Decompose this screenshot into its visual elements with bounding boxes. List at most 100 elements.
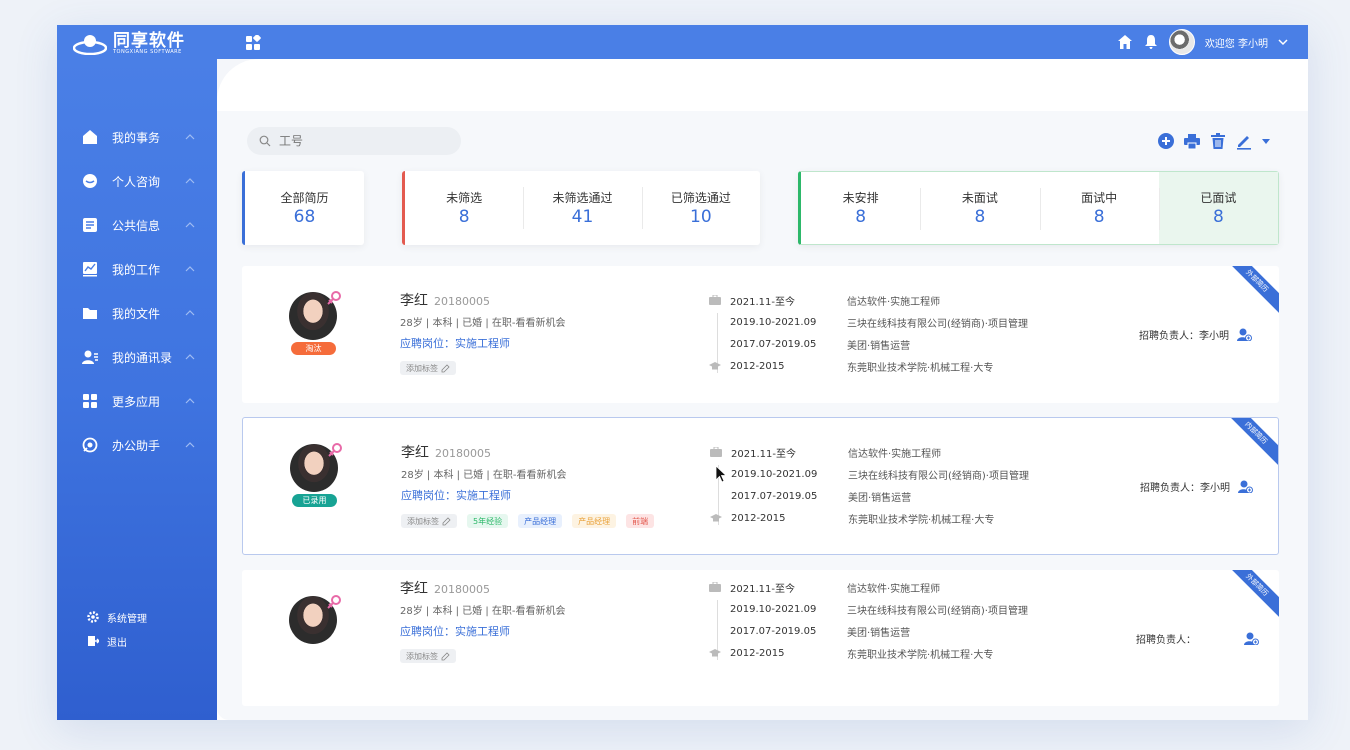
candidate-name-text: 李红 bbox=[401, 445, 429, 461]
apps-grid-icon[interactable] bbox=[245, 35, 261, 51]
stat-value: 41 bbox=[571, 207, 594, 227]
resume-card[interactable]: 外部简历 李红 20180005 28岁 | 本科 | 已婚 | 在职-看看新机会… bbox=[242, 570, 1279, 706]
timeline-row: 2017.07-2019.05 bbox=[710, 485, 840, 507]
logout-icon bbox=[88, 636, 99, 646]
stat-value: 8 bbox=[1093, 207, 1105, 227]
sidebar-item-label: 我的文件 bbox=[112, 306, 161, 321]
stat-label: 未面试 bbox=[961, 191, 998, 205]
search-input[interactable] bbox=[279, 134, 439, 148]
timeline-row: 2012-2015 bbox=[709, 355, 839, 377]
stat-all-resumes[interactable]: 全部简历 68 bbox=[242, 171, 364, 245]
add-tag-label: 添加标签 bbox=[407, 516, 439, 526]
sidebar-item-consult[interactable]: 个人咨询 bbox=[57, 159, 217, 203]
app-window: 同享软件 TONGXIANG SOFTWARE 欢迎您 李小明 我的事务 个人咨… bbox=[57, 25, 1308, 720]
contacts-icon bbox=[82, 350, 98, 364]
candidate-name[interactable]: 李红 20180005 bbox=[400, 290, 490, 310]
tag-experience[interactable]: 5年经验 bbox=[467, 514, 509, 528]
logout-link[interactable]: 退出 bbox=[87, 629, 147, 653]
applied-position: 应聘岗位：实施工程师 bbox=[400, 625, 510, 638]
tag-frontend[interactable]: 前端 bbox=[626, 514, 655, 528]
tag-product-manager[interactable]: 产品经理 bbox=[572, 514, 617, 528]
stat-unscheduled[interactable]: 未安排 8 bbox=[801, 172, 920, 244]
chevron-up-icon bbox=[185, 266, 195, 272]
timeline-row: 2012-2015 bbox=[710, 507, 840, 529]
chevron-up-icon bbox=[185, 354, 195, 360]
print-icon[interactable] bbox=[1183, 132, 1201, 150]
stat-screening-group: 未筛选 8 未筛选通过 41 已筛选通过 10 bbox=[402, 171, 760, 245]
female-icon bbox=[328, 443, 342, 457]
resume-card[interactable]: 内部简历 已录用 李红 20180005 28岁 | 本科 | 已婚 | 在职-看… bbox=[242, 417, 1279, 555]
timeline-row: 2019.10-2021.09 bbox=[710, 463, 840, 485]
resume-card[interactable]: 外部简历 淘汰 李红 20180005 28岁 | 本科 | 已婚 | 在职-看看… bbox=[242, 266, 1279, 403]
timeline-date: 2012-2015 bbox=[731, 512, 786, 524]
stat-value: 8 bbox=[974, 207, 986, 227]
candidate-info: 28岁 | 本科 | 已婚 | 在职-看看新机会 bbox=[400, 318, 566, 329]
caret-down-icon[interactable] bbox=[1261, 136, 1271, 146]
stat-interviewing[interactable]: 面试中 8 bbox=[1039, 172, 1159, 244]
edit-icon[interactable] bbox=[1235, 132, 1253, 150]
briefcase-icon bbox=[709, 295, 721, 305]
stat-label: 面试中 bbox=[1081, 191, 1118, 205]
sidebar-item-label: 办公助手 bbox=[112, 438, 161, 453]
add-tag-button[interactable]: 添加标签 bbox=[401, 514, 457, 528]
assign-recruiter-icon[interactable] bbox=[1244, 632, 1259, 645]
sidebar-nav: 我的事务 个人咨询 公共信息 我的工作 我的文件 我的通讯录 更多应用 办公助手 bbox=[57, 115, 217, 467]
timeline-date: 2019.10-2021.09 bbox=[730, 316, 817, 328]
candidate-info: 28岁 | 本科 | 已婚 | 在职-看看新机会 bbox=[401, 470, 567, 481]
company-entry: 信达软件·实施工程师 bbox=[847, 296, 941, 308]
sidebar-item-office-assistant[interactable]: 办公助手 bbox=[57, 423, 217, 467]
stat-unscreened[interactable]: 未筛选 8 bbox=[405, 171, 523, 245]
female-icon bbox=[327, 291, 341, 305]
add-tag-button[interactable]: 添加标签 bbox=[400, 361, 456, 375]
add-icon[interactable] bbox=[1157, 132, 1175, 150]
stat-interviewed[interactable]: 已面试 8 bbox=[1158, 172, 1278, 244]
experience-companies: 信达软件·实施工程师 三块在线科技有限公司(经销商)·项目管理 美团·销售运营 … bbox=[848, 441, 1029, 529]
graduation-cap-icon bbox=[710, 514, 722, 522]
assign-recruiter-icon[interactable] bbox=[1237, 328, 1252, 341]
logo[interactable]: 同享软件 TONGXIANG SOFTWARE bbox=[73, 32, 185, 56]
tag-list: 添加标签 bbox=[400, 649, 456, 663]
timeline-date: 2012-2015 bbox=[730, 360, 785, 372]
candidate-name[interactable]: 李红 20180005 bbox=[400, 578, 490, 598]
briefcase-icon bbox=[710, 447, 722, 457]
timeline-date: 2017.07-2019.05 bbox=[730, 338, 817, 350]
search-box[interactable] bbox=[247, 127, 461, 155]
stat-label: 未筛选 bbox=[446, 191, 483, 205]
assign-recruiter-icon[interactable] bbox=[1238, 480, 1253, 493]
document-icon bbox=[83, 218, 97, 232]
add-tag-button[interactable]: 添加标签 bbox=[400, 649, 456, 663]
sidebar-item-my-affairs[interactable]: 我的事务 bbox=[57, 115, 217, 159]
stat-not-interviewed[interactable]: 未面试 8 bbox=[920, 172, 1039, 244]
candidate-name-text: 李红 bbox=[400, 581, 428, 597]
chevron-down-icon[interactable] bbox=[1278, 37, 1288, 47]
logo-icon bbox=[73, 35, 107, 55]
home-icon[interactable] bbox=[1117, 34, 1133, 50]
recruiter-label: 招聘负责人：李小明 bbox=[1140, 483, 1230, 494]
timeline-date: 2012-2015 bbox=[730, 647, 785, 659]
delete-icon[interactable] bbox=[1209, 132, 1227, 150]
candidate-name[interactable]: 李红 20180005 bbox=[401, 442, 491, 462]
timeline-date: 2019.10-2021.09 bbox=[730, 603, 817, 615]
sidebar-item-public-info[interactable]: 公共信息 bbox=[57, 203, 217, 247]
experience-timeline: 2021.11-至今 2019.10-2021.09 2017.07-2019.… bbox=[709, 289, 839, 377]
sidebar-item-contacts[interactable]: 我的通讯录 bbox=[57, 335, 217, 379]
stat-value: 8 bbox=[458, 207, 470, 227]
stat-screen-failed[interactable]: 未筛选通过 41 bbox=[523, 171, 641, 245]
stat-screen-passed[interactable]: 已筛选通过 10 bbox=[641, 171, 760, 245]
stat-value: 8 bbox=[855, 207, 867, 227]
recruiter: 招聘负责人：李小明 bbox=[1140, 479, 1253, 494]
apps-icon bbox=[83, 394, 97, 408]
logout-label: 退出 bbox=[107, 637, 127, 649]
sidebar-item-my-work[interactable]: 我的工作 bbox=[57, 247, 217, 291]
chat-icon bbox=[83, 174, 97, 188]
applied-position: 应聘岗位：实施工程师 bbox=[401, 489, 511, 502]
toolbar bbox=[1157, 132, 1271, 150]
user-greeting[interactable]: 欢迎您 李小明 bbox=[1205, 35, 1268, 50]
tag-product-manager[interactable]: 产品经理 bbox=[518, 514, 563, 528]
sidebar-item-more-apps[interactable]: 更多应用 bbox=[57, 379, 217, 423]
system-settings-link[interactable]: 系统管理 bbox=[87, 605, 147, 629]
graduation-cap-icon bbox=[709, 649, 721, 657]
sidebar-item-my-files[interactable]: 我的文件 bbox=[57, 291, 217, 335]
bell-icon[interactable] bbox=[1143, 34, 1159, 50]
user-avatar[interactable] bbox=[1168, 29, 1195, 55]
